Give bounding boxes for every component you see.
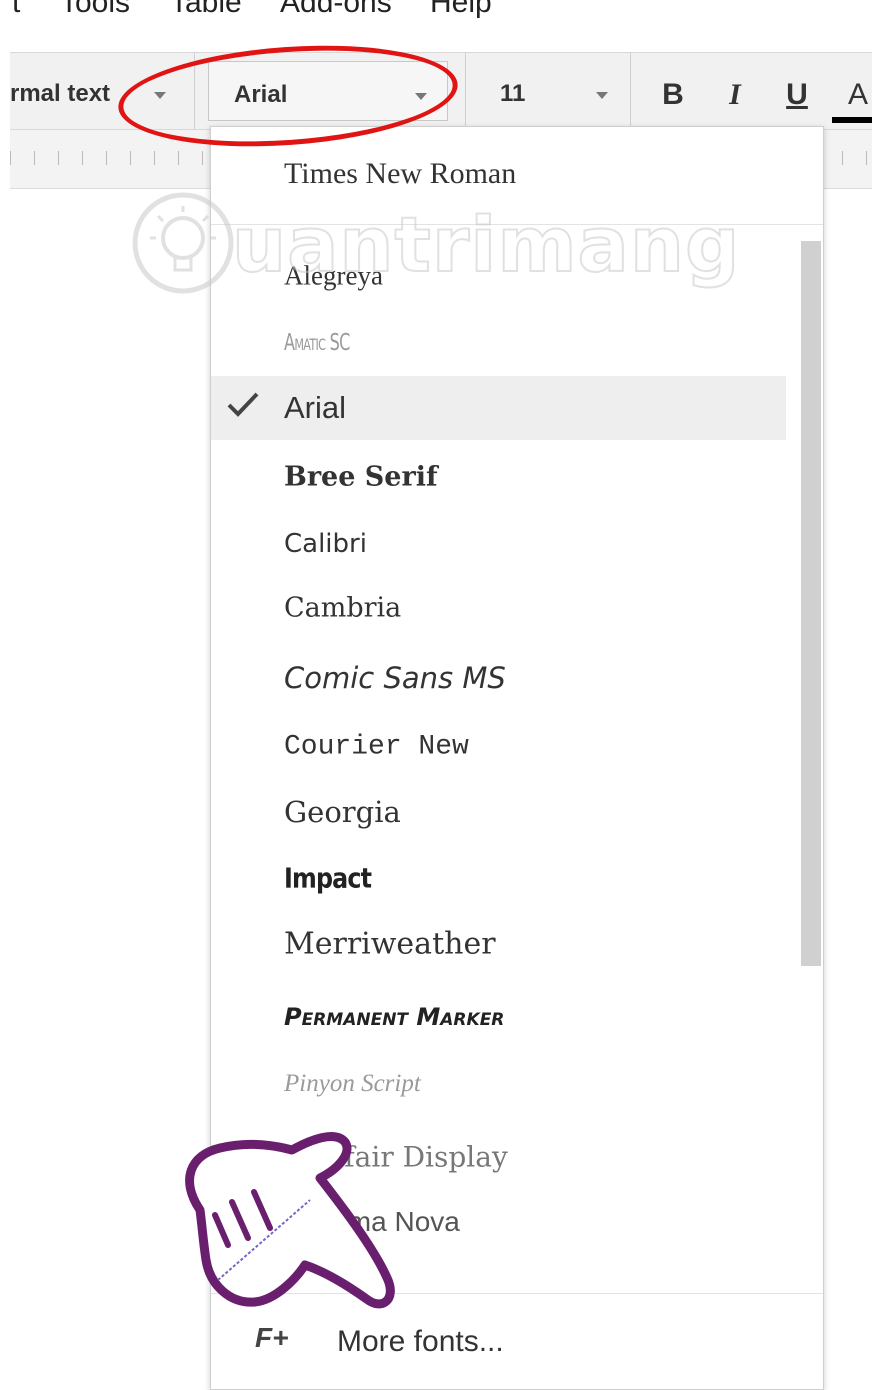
font-option-label: Arial — [284, 390, 347, 425]
watermark: uantrimang — [128, 180, 740, 300]
menu-tools[interactable]: Tools — [60, 0, 130, 20]
font-option-label: Georgia — [284, 795, 401, 829]
font-option-amatic-sc[interactable]: Amatic SC — [211, 311, 786, 375]
add-font-icon: F+ — [255, 1322, 289, 1353]
dropdown-scrollbar[interactable] — [801, 241, 821, 966]
toolbar-divider — [630, 53, 631, 129]
font-option-calibri[interactable]: Calibri — [211, 512, 786, 576]
menu-addons[interactable]: Add-ons — [280, 0, 392, 20]
more-fonts-label: More fonts... — [337, 1325, 504, 1358]
font-option-label: Calibri — [284, 529, 367, 559]
font-option-bree-serif[interactable]: Bree Serif — [211, 445, 786, 509]
font-size-select[interactable]: 11 — [500, 80, 525, 108]
toolbar-divider — [465, 53, 466, 129]
font-option-label: Cambria — [284, 592, 402, 624]
font-option-cambria[interactable]: Cambria — [211, 576, 786, 640]
font-option-label: Amatic SC — [284, 330, 350, 356]
size-caret-icon[interactable] — [596, 92, 608, 99]
font-option-label: Pinyon Script — [284, 1070, 421, 1097]
font-option-permanent-marker[interactable]: Permanent Marker — [211, 985, 786, 1049]
font-option-label: Impact — [284, 861, 372, 895]
font-option-merriweather[interactable]: Merriweather — [211, 912, 786, 976]
menu-table[interactable]: Table — [170, 0, 242, 20]
font-option-label: Permanent Marker — [284, 1003, 505, 1031]
font-option-comic-sans-ms[interactable]: Comic Sans MS — [211, 646, 786, 710]
menu-help[interactable]: Help — [430, 0, 492, 20]
check-icon — [227, 392, 259, 417]
lightbulb-icon — [132, 192, 234, 294]
pointing-hand-icon — [185, 1132, 395, 1309]
menu-edit[interactable]: t — [12, 0, 20, 20]
ruler-ticks — [10, 151, 210, 165]
font-option-pinyon-script[interactable]: Pinyon Script — [211, 1052, 786, 1116]
font-option-label: Bree Serif — [284, 461, 438, 493]
style-select[interactable]: rmal text — [10, 80, 110, 108]
font-option-impact[interactable]: Impact — [211, 846, 786, 910]
font-option-courier-new[interactable]: Courier New — [211, 715, 786, 779]
text-color-indicator — [832, 117, 872, 123]
font-option-georgia[interactable]: Georgia — [211, 780, 786, 844]
font-option-label: Courier New — [284, 731, 469, 763]
font-option-label: Comic Sans MS — [284, 661, 506, 695]
watermark-text: uantrimang — [231, 199, 741, 290]
font-option-arial[interactable]: Arial — [211, 376, 786, 440]
text-color-button[interactable]: A — [838, 75, 872, 115]
underline-button[interactable]: U — [777, 75, 817, 115]
font-option-label: Merriweather — [284, 926, 496, 962]
ruler-ticks — [842, 151, 872, 165]
italic-button[interactable]: I — [715, 75, 755, 115]
menu-bar: t Tools Table Add-ons Help — [0, 0, 872, 40]
bold-button[interactable]: B — [653, 75, 693, 115]
